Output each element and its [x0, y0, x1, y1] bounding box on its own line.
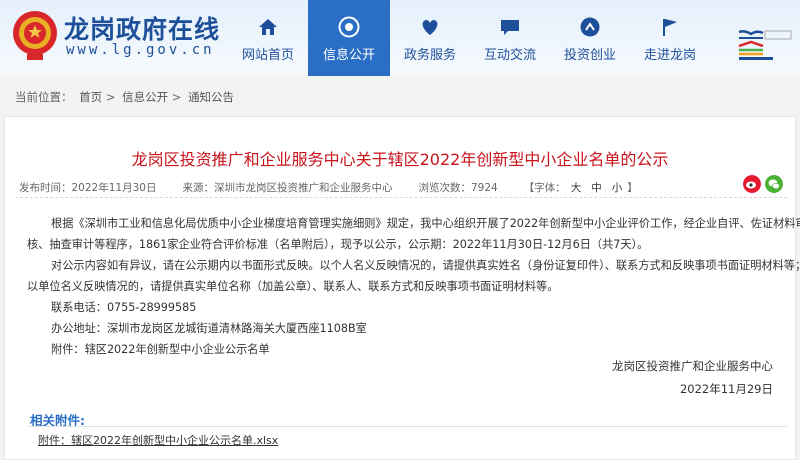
article-panel: 龙岗区投资推广和企业服务中心关于辖区2022年创新型中小企业名单的公示 发布时间…	[4, 116, 800, 460]
nav-label: 投资创业	[563, 48, 616, 63]
article-meta: 发布时间：2022年11月30日 来源：深圳市龙岗区投资推广和企业服务中心 浏览…	[19, 180, 638, 195]
article-paragraph: 以单位名义反映情况的，请提供真实单位名称（加盖公章）、联系人、联系方式和反映事项…	[27, 280, 559, 293]
attachments-divider	[27, 426, 787, 427]
nav-item-home[interactable]: 网站首页	[228, 0, 308, 70]
office-address: 办公地址：深圳市龙岗区龙城街道清林路海关大厦西座1108B室	[51, 322, 367, 335]
nav-item-interaction[interactable]: 互动交流	[470, 0, 550, 70]
breadcrumb-prefix: 当前位置：	[15, 90, 73, 104]
font-size-close: 】	[627, 182, 638, 194]
site-url: www.lg.gov.cn	[66, 42, 215, 58]
nav-label: 信息公开	[322, 48, 375, 63]
article-source: 来源：深圳市龙岗区投资推广和企业服务中心	[182, 182, 393, 194]
article-paragraph: 根据《深圳市工业和信息化局优质中小企业梯度培育管理实施细则》规定，我中心组织开展…	[51, 217, 800, 230]
nav-item-services[interactable]: 政务服务	[390, 0, 470, 70]
breadcrumb-notices[interactable]: 通知公告	[188, 90, 234, 104]
wechat-share-icon[interactable]	[765, 175, 783, 193]
article-body: 根据《深圳市工业和信息化局优质中小企业梯度培育管理实施细则》规定，我中心组织开展…	[27, 213, 800, 360]
nav-item-info-public[interactable]: 信息公开	[308, 0, 390, 76]
nav-item-about[interactable]: 走进龙岗	[630, 0, 710, 70]
article-paragraph: 对公示内容如有异议，请在公示期内以书面形式反映。以个人名义反映情况的，请提供真实…	[51, 259, 800, 272]
home-icon	[259, 19, 277, 35]
breadcrumb: 当前位置： 首页 > 信息公开 > 通知公告	[0, 82, 800, 108]
flag-icon	[663, 19, 677, 36]
info-icon	[338, 16, 360, 38]
site-header: 龙岗政府在线 www.lg.gov.cn 网站首页 信息公开 政务服务 互动交流…	[0, 0, 800, 76]
font-size-label: 【字体：	[523, 182, 566, 194]
font-size-control: 【字体： 大中小】	[524, 180, 638, 195]
font-size-small[interactable]: 小	[612, 182, 623, 194]
nav-label: 互动交流	[483, 48, 536, 63]
share-buttons	[743, 175, 783, 193]
main-nav: 网站首页 信息公开 政务服务 互动交流 投资创业 走进龙岗	[228, 0, 710, 76]
nav-label: 网站首页	[241, 48, 294, 63]
breadcrumb-info[interactable]: 信息公开	[122, 90, 168, 104]
shenzhen-logo-icon	[738, 30, 792, 60]
article-title: 龙岗区投资推广和企业服务中心关于辖区2022年创新型中小企业名单的公示	[131, 150, 669, 169]
signature-org: 龙岗区投资推广和企业服务中心	[612, 359, 773, 373]
meta-divider	[15, 197, 787, 198]
site-title[interactable]: 龙岗政府在线	[64, 10, 220, 46]
heart-icon	[422, 20, 438, 35]
nav-item-invest[interactable]: 投资创业	[550, 0, 630, 70]
nav-label: 走进龙岗	[643, 48, 696, 63]
attachment-link[interactable]: 附件：辖区2022年创新型中小企业公示名单.xlsx	[38, 432, 278, 448]
nav-label: 政务服务	[403, 48, 456, 63]
breadcrumb-separator: >	[171, 90, 182, 104]
font-size-medium[interactable]: 中	[591, 182, 602, 194]
publish-date: 发布时间：2022年11月30日	[19, 182, 157, 194]
breadcrumb-separator: >	[105, 90, 116, 104]
national-emblem-icon	[13, 11, 57, 60]
signature-date: 2022年11月29日	[679, 382, 773, 396]
chat-icon	[501, 20, 519, 35]
weibo-share-icon[interactable]	[743, 175, 761, 193]
view-count: 浏览次数：7924	[418, 182, 498, 194]
contact-phone: 联系电话：0755-28999585	[51, 301, 197, 314]
font-size-large[interactable]: 大	[571, 182, 582, 194]
signature: 龙岗区投资推广和企业服务中心 2022年11月29日	[612, 355, 773, 401]
breadcrumb-home[interactable]: 首页	[79, 90, 102, 104]
invest-icon	[580, 17, 600, 37]
article-paragraph: 核、抽查审计等程序，1861家企业符合评价标准（名单附后），现予以公示，公示期：…	[27, 238, 649, 251]
